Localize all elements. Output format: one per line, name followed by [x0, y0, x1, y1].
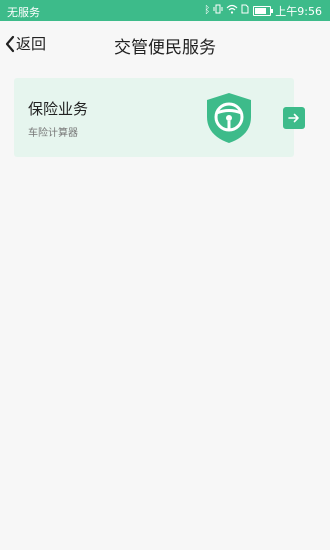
card-arrow-button[interactable]: [283, 107, 305, 129]
battery-icon: [253, 6, 274, 16]
wifi-icon: [226, 4, 238, 19]
steering-wheel-shield-icon: [207, 93, 251, 143]
bluetooth-icon: ᛒ: [204, 5, 211, 16]
insurance-card[interactable]: 保险业务 车险计算器: [14, 78, 294, 157]
sim-icon: [241, 4, 249, 19]
battery-fill: [255, 8, 266, 14]
carrier-label: 无服务: [7, 6, 40, 19]
arrow-right-icon: [288, 113, 299, 123]
page-title: 交管便民服务: [114, 38, 216, 58]
card-title: 保险业务: [28, 100, 89, 118]
vibrate-icon: [213, 4, 223, 19]
nav-bar: 返回 交管便民服务: [0, 21, 330, 67]
clock: 上午9:56: [275, 5, 322, 18]
card-subtitle: 车险计算器: [28, 128, 78, 139]
status-icons: ᛒ 上午9:56: [204, 3, 322, 19]
status-bar: 无服务 ᛒ 上午9:56: [0, 0, 330, 21]
